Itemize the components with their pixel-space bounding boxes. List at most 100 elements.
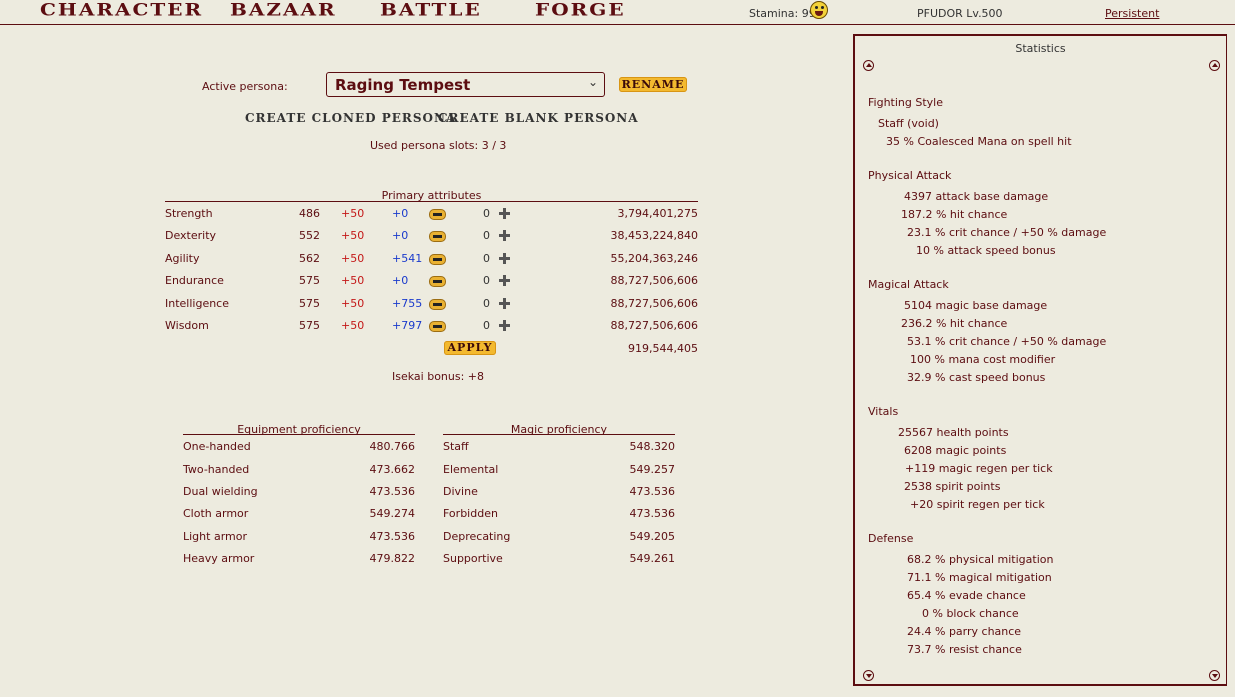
nav-battle[interactable]: Battle [380, 0, 482, 19]
persistent-link[interactable]: Persistent [1105, 7, 1159, 20]
increase-attribute-button[interactable] [499, 208, 510, 219]
proficiency-name: Supportive [443, 552, 503, 565]
proficiency-value: 480.766 [369, 440, 416, 453]
decrease-attribute-button[interactable] [429, 231, 446, 242]
scroll-up-left-icon[interactable] [863, 60, 874, 71]
magic-proficiency-row: Forbidden 473.536 [443, 507, 675, 521]
stat-group-title: Defense [868, 532, 914, 545]
increase-attribute-button[interactable] [499, 253, 510, 264]
attribute-bonus-equipment: +755 [392, 297, 423, 310]
magic-proficiency-row: Deprecating 549.205 [443, 530, 675, 544]
decrease-attribute-button[interactable] [429, 276, 446, 287]
stat-line: 2538 spirit points [904, 480, 1001, 493]
attribute-row: Agility 562 +50 +541 0 55,204,363,246 [165, 252, 698, 266]
active-persona-label: Active persona: [202, 80, 288, 93]
attribute-bonus-equipment: +0 [392, 229, 409, 242]
proficiency-value: 549.274 [369, 507, 416, 520]
attribute-exp-cost: 88,727,506,606 [610, 297, 698, 310]
apply-button[interactable]: Apply [444, 341, 496, 355]
nav-forge[interactable]: Forge [535, 0, 626, 19]
decrease-attribute-button[interactable] [429, 209, 446, 220]
stat-line: 4397 attack base damage [904, 190, 1049, 203]
persona-selected-value: Raging Tempest [335, 76, 471, 94]
stat-group-title: Magical Attack [868, 278, 949, 291]
proficiency-name: Deprecating [443, 530, 511, 543]
attribute-name: Dexterity [165, 229, 217, 242]
stat-line: 24.4 % parry chance [907, 625, 1022, 638]
proficiency-name: Forbidden [443, 507, 498, 520]
attribute-row: Wisdom 575 +50 +797 0 88,727,506,606 [165, 319, 698, 333]
persona-select[interactable]: Raging Tempest ⌄ [326, 72, 605, 97]
chevron-down-icon: ⌄ [587, 75, 598, 89]
rename-button[interactable]: Rename [619, 77, 687, 92]
proficiency-name: Two-handed [183, 463, 250, 476]
magic-proficiency-row: Elemental 549.257 [443, 463, 675, 477]
attribute-allocated: 0 [483, 274, 490, 287]
increase-attribute-button[interactable] [499, 298, 510, 309]
create-blank-persona-link[interactable]: Create Blank Persona [438, 111, 639, 125]
nav-character[interactable]: Character [40, 0, 203, 19]
attribute-base: 486 [299, 207, 320, 220]
attribute-allocated: 0 [483, 297, 490, 310]
proficiency-name: Elemental [443, 463, 499, 476]
equipment-proficiency-row: Cloth armor 549.274 [183, 507, 415, 521]
attributes-divider [165, 201, 698, 202]
decrease-attribute-button[interactable] [429, 321, 446, 332]
attribute-bonus-fixed: +50 [341, 319, 365, 332]
statistics-title: Statistics [1015, 42, 1066, 55]
attribute-name: Agility [165, 252, 200, 265]
stat-group-title: Fighting Style [868, 96, 943, 109]
proficiency-name: Heavy armor [183, 552, 255, 565]
proficiency-value: 479.822 [369, 552, 416, 565]
persona-slots-text: Used persona slots: 3 / 3 [370, 139, 507, 152]
attribute-bonus-fixed: +50 [341, 229, 365, 242]
create-cloned-persona-link[interactable]: Create Cloned Persona [245, 111, 456, 125]
magic-proficiency-row: Divine 473.536 [443, 485, 675, 499]
proficiency-value: 549.257 [629, 463, 676, 476]
statistics-content[interactable]: Fighting Style Staff (void) 35 % Coalesced… [855, 88, 1226, 666]
stat-line: 0 % block chance [922, 607, 1019, 620]
magic-proficiency-row: Supportive 549.261 [443, 552, 675, 566]
stat-group-title: Vitals [868, 405, 899, 418]
proficiency-value: 473.536 [629, 507, 676, 520]
stamina-text: Stamina: 99 [749, 7, 816, 20]
attribute-exp-cost: 38,453,224,840 [610, 229, 698, 242]
stat-line: 68.2 % physical mitigation [907, 553, 1054, 566]
attribute-base: 562 [299, 252, 320, 265]
stat-line: 71.1 % magical mitigation [907, 571, 1052, 584]
attribute-allocated: 0 [483, 229, 490, 242]
stat-line: 6208 magic points [904, 444, 1007, 457]
proficiency-name: Staff [443, 440, 469, 453]
stamina-smiley-icon [810, 1, 828, 19]
scroll-up-right-icon[interactable] [1209, 60, 1220, 71]
scroll-down-left-icon[interactable] [863, 670, 874, 681]
equipment-proficiency-row: Light armor 473.536 [183, 530, 415, 544]
attribute-row: Endurance 575 +50 +0 0 88,727,506,606 [165, 274, 698, 288]
stat-line: 236.2 % hit chance [901, 317, 1008, 330]
magic-divider [443, 434, 675, 435]
proficiency-value: 473.536 [629, 485, 676, 498]
stat-line: 25567 health points [898, 426, 1009, 439]
proficiency-name: Divine [443, 485, 478, 498]
proficiency-name: Light armor [183, 530, 247, 543]
magic-proficiency-row: Staff 548.320 [443, 440, 675, 454]
stat-line: 5104 magic base damage [904, 299, 1048, 312]
attribute-base: 575 [299, 319, 320, 332]
decrease-attribute-button[interactable] [429, 299, 446, 310]
decrease-attribute-button[interactable] [429, 254, 446, 265]
increase-attribute-button[interactable] [499, 320, 510, 331]
attribute-allocated: 0 [483, 207, 490, 220]
statistics-panel: Statistics Fighting Style Staff (void) 35 … [853, 34, 1227, 686]
attribute-name: Intelligence [165, 297, 230, 310]
proficiency-value: 473.536 [369, 530, 416, 543]
attribute-row: Intelligence 575 +50 +755 0 88,727,506,606 [165, 297, 698, 311]
increase-attribute-button[interactable] [499, 230, 510, 241]
equipment-proficiency-row: Two-handed 473.662 [183, 463, 415, 477]
scroll-down-right-icon[interactable] [1209, 670, 1220, 681]
increase-attribute-button[interactable] [499, 275, 510, 286]
equipment-divider [183, 434, 415, 435]
attribute-exp-cost: 88,727,506,606 [610, 274, 698, 287]
stat-line: +20 spirit regen per tick [910, 498, 1045, 511]
nav-bazaar[interactable]: Bazaar [230, 0, 337, 19]
attribute-allocated: 0 [483, 252, 490, 265]
